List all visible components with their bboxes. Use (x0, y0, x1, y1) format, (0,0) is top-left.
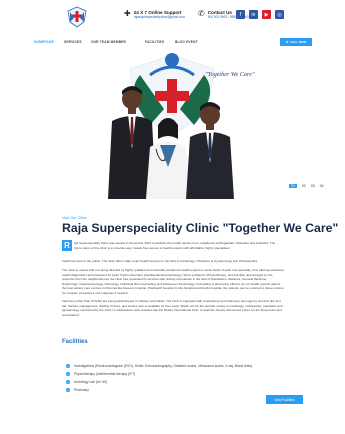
hero-image: "Together We Care" (0, 49, 345, 199)
facilities-heading: Facilities (62, 339, 88, 345)
dropcap: R (62, 240, 72, 251)
phone-icon: ✆ (285, 40, 289, 44)
call-now-label: CALL NOW (290, 40, 307, 44)
call-now-button[interactable]: ✆ CALL NOW (280, 38, 312, 46)
page-title: Raja Superspeciality Clinic "Together We… (62, 221, 339, 235)
nav-facilities[interactable]: FACILITIES (145, 40, 164, 44)
nav-team[interactable]: OUR TEAM MEMBER (91, 40, 126, 44)
intro-paragraph-1a: aja Superspeciality Clinic was started i… (74, 241, 276, 250)
facility-label: Pharmacy (74, 388, 89, 392)
hero-tagline: "Together We Care" (205, 71, 255, 78)
pager-1[interactable]: 01 (289, 184, 297, 188)
facility-label: Ambrilogy Lab (for IUI) (74, 380, 108, 384)
clinic-logo[interactable] (66, 6, 88, 28)
youtube-icon[interactable]: ▶ (262, 10, 271, 19)
section-eyebrow: Visit Our Clinic (62, 216, 87, 220)
list-item: ✓ Ambrilogy Lab (for IUI) (66, 378, 286, 386)
pager-2[interactable]: 02 (302, 184, 306, 188)
phone-icon: ✆ (198, 9, 205, 18)
nav-services[interactable]: SERVICES (64, 40, 82, 44)
list-item: ✓ Physiotherapy (Interferential therapy … (66, 370, 286, 378)
support-email[interactable]: rajasuperspecialityclinic@gmail.com (134, 15, 185, 19)
check-icon: ✓ (66, 388, 70, 392)
linkedin-icon[interactable]: in (249, 10, 258, 19)
check-icon: ✓ (66, 380, 70, 384)
instagram-icon[interactable]: ◎ (275, 10, 284, 19)
intro-paragraph-2: The clinic is unique that it is being di… (62, 268, 284, 295)
facilities-list: ✓ Investigations (Electrocardiogram (ESG… (66, 362, 286, 394)
hero-pager: 01 02 03 04 (289, 184, 324, 188)
view-facilities-button[interactable]: View Facilities (266, 395, 303, 404)
pager-3[interactable]: 03 (311, 184, 315, 188)
list-item: ✓ Pharmacy (66, 386, 286, 394)
hero-banner: "Together We Care" (0, 49, 345, 199)
nav-homepage[interactable]: HOMEPAGE (34, 40, 54, 44)
social-links: f in ▶ ◎ (236, 10, 284, 19)
check-icon: ✓ (66, 372, 70, 376)
facebook-icon[interactable]: f (236, 10, 245, 19)
list-item: ✓ Investigations (Electrocardiogram (ESG… (66, 362, 286, 370)
check-icon: ✓ (66, 364, 70, 368)
top-header: ✚ 24 X 7 Online Support rajasuperspecial… (0, 0, 345, 33)
facility-label: Physiotherapy (Interferential therapy (I… (74, 372, 136, 376)
pager-4[interactable]: 04 (320, 184, 324, 188)
facility-label: Investigations (Electrocardiogram (ESG),… (74, 364, 254, 368)
intro-paragraph-3: Vaccines (other than COVID) are being ad… (62, 299, 283, 317)
medical-cross-icon: ✚ (124, 9, 131, 18)
intro-paragraph-1b: health services to the public. The clini… (62, 259, 259, 263)
online-support: ✚ 24 X 7 Online Support rajasuperspecial… (124, 9, 185, 20)
nav-blog[interactable]: BLOG EVENT (175, 40, 198, 44)
